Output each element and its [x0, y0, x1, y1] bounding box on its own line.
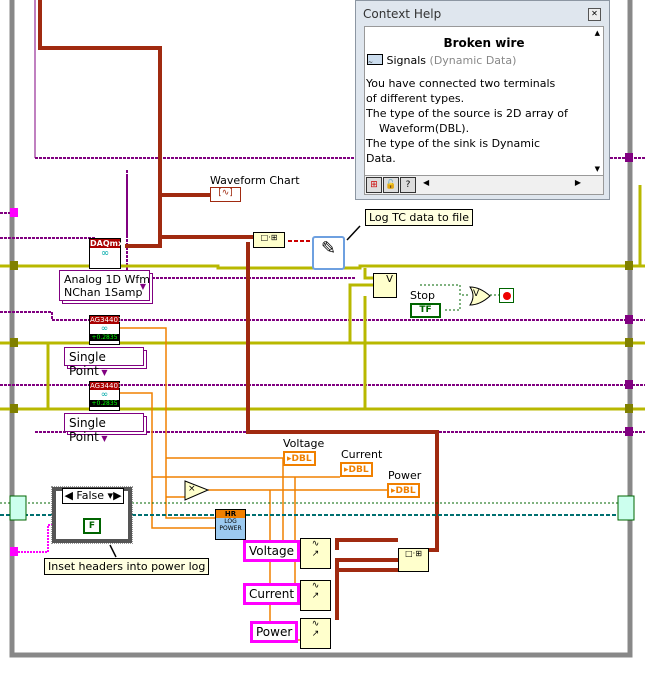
ag34401-read-vi[interactable]: AG34401 ∞ +0.2835	[89, 315, 123, 345]
context-help-heading: Broken wire	[443, 36, 525, 50]
help-line: Waveform(DBL).	[379, 122, 470, 135]
dbl-text: DBL	[395, 486, 416, 496]
power-label: Power	[388, 469, 422, 482]
build-waveform-node[interactable]: ∿ ↗	[300, 580, 331, 611]
stop-button-terminal[interactable]: TF	[410, 303, 441, 318]
context-help-title: Context Help	[363, 7, 442, 21]
help-line: Data.	[366, 152, 396, 165]
current-string-constant[interactable]: Current	[243, 583, 301, 605]
help-icon[interactable]: ?	[400, 177, 416, 193]
current-indicator[interactable]: ▸DBL	[340, 462, 373, 477]
voltage-indicator[interactable]: ▸DBL	[283, 451, 316, 466]
case-selector[interactable]: ◀ False ▾▶	[62, 488, 124, 504]
voltage-string-constant[interactable]: Voltage	[243, 540, 301, 562]
scroll-up-icon[interactable]: ▲	[595, 29, 600, 37]
help-line: The type of the sink is Dynamic	[366, 137, 541, 150]
write-to-file-vi[interactable]: ✎	[312, 236, 345, 270]
help-line: You have connected two terminals	[366, 77, 556, 90]
signals-icon: ~	[367, 54, 383, 66]
inset-headers-note: Inset headers into power log	[44, 558, 210, 575]
single-point-selector-1[interactable]: Single Point ▼	[64, 347, 144, 378]
help-line: of different types.	[366, 92, 465, 105]
power-indicator[interactable]: ▸DBL	[387, 483, 420, 498]
waveform-chart-terminal[interactable]: [∿]	[210, 187, 241, 202]
build-array-node[interactable]: □·⊞	[398, 548, 429, 572]
or-label: V	[473, 289, 480, 299]
loop-condition-terminal[interactable]	[499, 288, 514, 303]
ag34401-read-vi[interactable]: AG34401 ∞ +0.2835	[89, 381, 123, 411]
multiply-label: ×	[188, 484, 196, 494]
lock-icon[interactable]: 🔓	[383, 177, 399, 193]
case-selector-value: False	[76, 489, 105, 502]
log-tc-note: Log TC data to file	[365, 209, 473, 226]
dbl-text: DBL	[348, 465, 369, 475]
glasses-icon: ∞	[100, 248, 110, 259]
daqmx-read-vi[interactable]: DAQmx ∞	[89, 238, 124, 269]
dropdown-icon: ▼	[139, 282, 146, 291]
dbl-text: DBL	[291, 454, 312, 464]
single-point-selector-2[interactable]: Single Point ▼	[64, 413, 144, 444]
show-optional-terminals-icon[interactable]: ⊞	[366, 177, 382, 193]
unbundle-status-node[interactable]: V	[373, 273, 397, 298]
log-power-text: LOG POWER	[219, 518, 242, 532]
voltage-label: Voltage	[283, 437, 325, 450]
daqmx-header: DAQmx	[90, 239, 124, 248]
stop-label: Stop	[410, 289, 436, 302]
daqmx-mode-selector[interactable]: Analog 1D Wfm NChan 1Samp ▼	[59, 270, 150, 301]
glasses-icon: ∞	[100, 390, 109, 400]
close-icon[interactable]: ✕	[588, 8, 601, 21]
waveform-chart-label: Waveform Chart	[210, 174, 300, 187]
ag-reading: +0.2835	[90, 334, 119, 341]
context-help-body[interactable]: Broken wire ~ Signals (Dynamic Data) You…	[364, 26, 604, 176]
scroll-down-icon[interactable]: ▼	[595, 165, 600, 173]
log-power-vi[interactable]: HR LOG POWER	[215, 509, 246, 540]
build-waveform-node[interactable]: ∿ ↗	[300, 538, 331, 569]
ag-header: AG34401	[90, 382, 123, 390]
context-help-toolbar: ⊞ 🔓 ? ◀ ▶	[364, 175, 604, 195]
case-structure[interactable]: ◀ False ▾▶ F	[51, 486, 133, 544]
type-name: Signals	[386, 54, 427, 67]
scroll-left-icon[interactable]: ◀	[423, 178, 429, 187]
context-help-window: Context Help ✕ Broken wire ~ Signals (Dy…	[355, 0, 610, 200]
log-power-header: HR	[216, 510, 245, 518]
scroll-right-icon[interactable]: ▶	[575, 178, 581, 187]
glasses-icon: ∞	[100, 324, 109, 334]
build-waveform-node[interactable]: ∿ ↗	[300, 618, 331, 649]
power-string-constant[interactable]: Power	[250, 621, 299, 643]
type-detail: (Dynamic Data)	[429, 54, 517, 67]
false-constant[interactable]: F	[83, 518, 101, 534]
build-array-node[interactable]: □·⊞	[253, 232, 285, 248]
ag-reading: +0.2835	[90, 400, 119, 407]
ag-header: AG34401	[90, 316, 123, 324]
daqmx-mode-value: Analog 1D Wfm NChan 1Samp	[64, 273, 150, 299]
help-line: The type of the source is 2D array of	[366, 107, 568, 120]
current-label: Current	[341, 448, 383, 461]
